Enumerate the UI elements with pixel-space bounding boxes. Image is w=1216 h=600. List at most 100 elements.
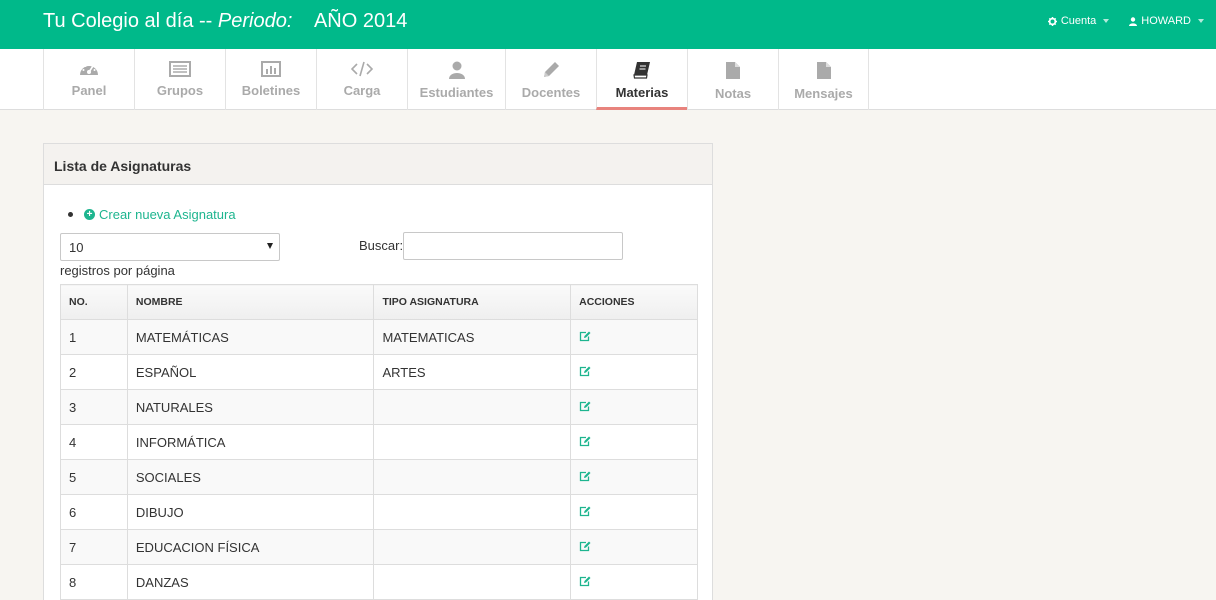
gear-icon [1047, 16, 1057, 26]
cell-tipo: MATEMATICAS [373, 319, 572, 355]
cell-nombre: DIBUJO [126, 494, 375, 530]
cell-acciones [570, 529, 698, 565]
code-icon [351, 61, 373, 77]
nav-item-boletines[interactable]: Boletines [225, 49, 316, 110]
cell-tipo [373, 424, 572, 460]
column-header-acciones[interactable]: ACCIONES [570, 284, 698, 320]
edit-icon[interactable] [579, 400, 591, 415]
page-length-value: 10 [69, 240, 84, 255]
chevron-down-icon [1103, 19, 1110, 23]
periodo-value: AÑO 2014 [313, 10, 408, 32]
cell-nombre: DANZAS [126, 564, 375, 600]
edit-icon[interactable] [579, 540, 591, 555]
list-bullet [68, 212, 73, 217]
cell-tipo: ARTES [373, 354, 572, 390]
cell-tipo [373, 459, 572, 495]
cell-tipo [373, 494, 572, 530]
table-row: 8 DANZAS [60, 564, 698, 600]
create-subject-link[interactable]: + Crear nueva Asignatura [84, 207, 236, 222]
cell-tipo [373, 389, 572, 425]
table-row: 3 NATURALES [60, 389, 698, 425]
plus-circle-icon: + [84, 209, 95, 220]
edit-icon[interactable] [579, 575, 591, 590]
column-header-tipo[interactable]: TIPO ASIGNATURA [373, 284, 572, 320]
table-row: 6 DIBUJO [60, 494, 698, 530]
user-label: HOWARD [1141, 15, 1191, 27]
nav-item-carga[interactable]: Carga [316, 49, 407, 110]
file-icon [726, 62, 740, 79]
nav-label-docentes: Docentes [521, 85, 581, 100]
nav-item-estudiantes[interactable]: Estudiantes [407, 49, 505, 110]
cell-acciones [570, 494, 698, 530]
user-menu[interactable]: HOWARD [1129, 15, 1204, 27]
column-header-nombre[interactable]: NOMBRE [126, 284, 375, 320]
nav-label-materias: Materias [615, 85, 669, 100]
cell-no: 1 [60, 319, 128, 355]
page-length-select[interactable]: 10 [60, 233, 280, 261]
bar-chart-icon [261, 61, 281, 77]
edit-icon[interactable] [579, 435, 591, 450]
cell-acciones [570, 319, 698, 355]
app-title[interactable]: Tu Colegio al día -- Periodo: AÑO 2014 [43, 10, 407, 33]
search-input[interactable] [403, 232, 623, 260]
subjects-panel: Lista de Asignaturas + Crear nueva Asign… [43, 143, 713, 600]
file-icon [816, 62, 831, 79]
nav-label-notas: Notas [714, 86, 752, 101]
cell-no: 3 [60, 389, 128, 425]
cell-no: 2 [60, 354, 128, 390]
table-row: 1 MATEMÁTICAS MATEMATICAS [60, 319, 698, 355]
create-subject-label: Crear nueva Asignatura [99, 207, 236, 222]
nav-item-grupos[interactable]: Grupos [134, 49, 225, 110]
nav-label-estudiantes: Estudiantes [419, 85, 494, 100]
account-menu[interactable]: Cuenta [1047, 15, 1110, 27]
brand-name: Tu Colegio al día -- [43, 10, 213, 32]
column-header-no[interactable]: NO. [60, 284, 128, 320]
top-bar: Tu Colegio al día -- Periodo: AÑO 2014 C… [0, 0, 1216, 49]
edit-icon[interactable] [579, 505, 591, 520]
nav-item-panel[interactable]: Panel [43, 49, 134, 110]
cell-nombre: MATEMÁTICAS [126, 319, 375, 355]
table-row: 2 ESPAÑOL ARTES [60, 354, 698, 390]
table-row: 5 SOCIALES [60, 459, 698, 495]
list-icon [169, 61, 191, 77]
pencil-icon [544, 62, 559, 77]
cell-no: 8 [60, 564, 128, 600]
nav-item-docentes[interactable]: Docentes [505, 49, 596, 110]
nav-label-panel: Panel [71, 83, 107, 98]
cell-nombre: NATURALES [126, 389, 375, 425]
cell-acciones [570, 389, 698, 425]
panel-title: Lista de Asignaturas [44, 144, 712, 185]
cell-tipo [373, 564, 572, 600]
nav-item-mensajes[interactable]: Mensajes [778, 49, 869, 110]
chevron-down-icon [1198, 19, 1204, 23]
edit-icon[interactable] [579, 330, 591, 345]
nav-label-carga: Carga [343, 83, 381, 98]
cell-tipo [373, 529, 572, 565]
cell-nombre: SOCIALES [126, 459, 375, 495]
nav-label-grupos: Grupos [156, 83, 204, 98]
search-label: Buscar: [359, 238, 404, 253]
cell-no: 4 [60, 424, 128, 460]
dropdown-arrow-icon [267, 243, 273, 249]
nav-label-boletines: Boletines [241, 83, 301, 98]
subjects-table: NO. NOMBRE TIPO ASIGNATURA ACCIONES 1 MAT… [60, 284, 698, 600]
periodo-label: Periodo: [217, 10, 293, 32]
cell-acciones [570, 459, 698, 495]
cell-acciones [570, 424, 698, 460]
page-length-label: registros por página [60, 263, 175, 278]
edit-icon[interactable] [579, 470, 591, 485]
nav-label-mensajes: Mensajes [794, 86, 853, 101]
user-icon [448, 61, 465, 79]
account-label: Cuenta [1060, 15, 1097, 27]
cell-no: 6 [60, 494, 128, 530]
table-row: 7 EDUCACION FÍSICA [60, 529, 698, 565]
table-header-row: NO. NOMBRE TIPO ASIGNATURA ACCIONES [60, 284, 698, 320]
cell-no: 5 [60, 459, 128, 495]
cell-acciones [570, 354, 698, 390]
edit-icon[interactable] [579, 365, 591, 380]
cell-nombre: EDUCACION FÍSICA [126, 529, 375, 565]
nav-item-materias[interactable]: Materias [596, 49, 687, 110]
nav-item-notas[interactable]: Notas [687, 49, 778, 110]
dashboard-icon [80, 63, 98, 75]
cell-no: 7 [60, 529, 128, 565]
